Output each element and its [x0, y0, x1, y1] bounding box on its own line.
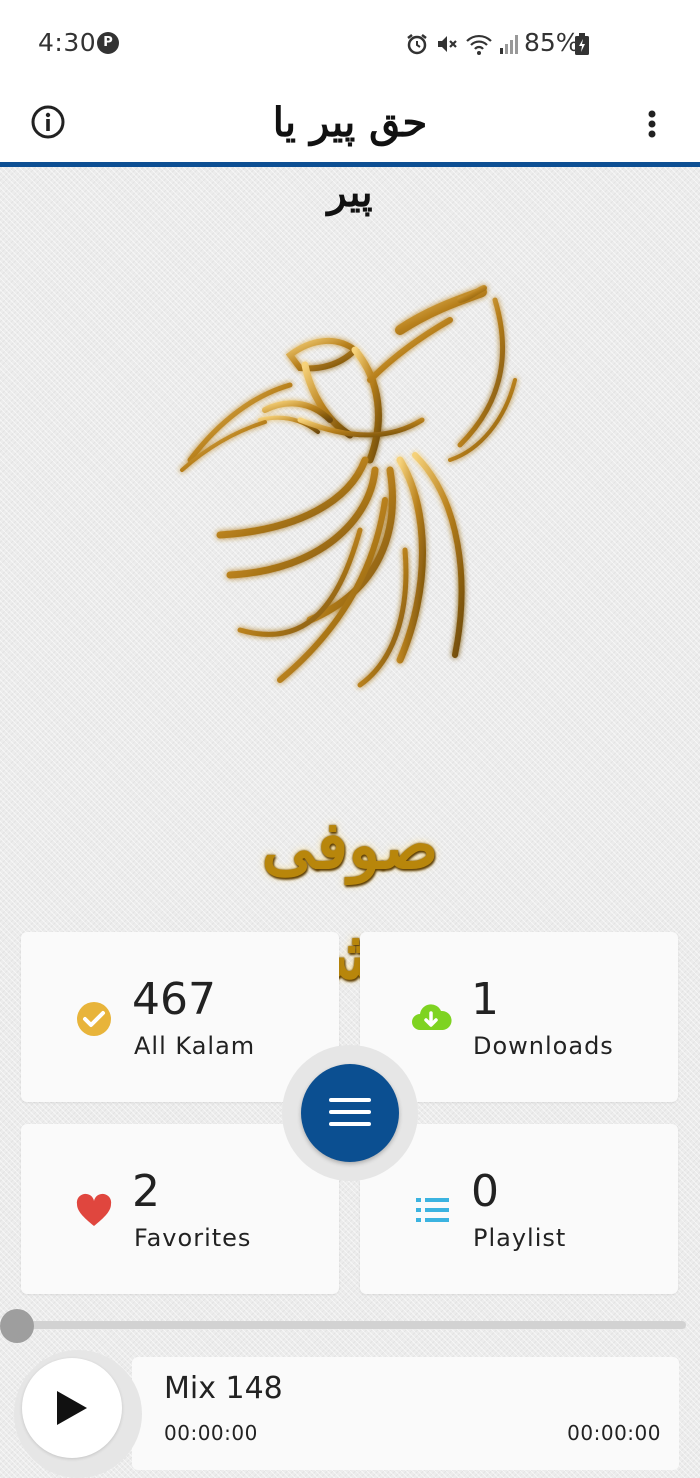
downloads-count: 1: [471, 974, 499, 1025]
total-time: 00:00:00: [567, 1421, 661, 1445]
all-kalam-count: 467: [132, 974, 216, 1025]
current-time: 00:00:00: [164, 1421, 258, 1445]
wifi-icon: [466, 34, 492, 55]
playlist-card[interactable]: 0 Playlist: [360, 1124, 678, 1294]
playlist-label: Playlist: [473, 1224, 567, 1252]
seek-thumb[interactable]: [0, 1309, 34, 1343]
whirling-dervish-logo: [180, 285, 517, 688]
app-bar: حق پیر یا پیر: [0, 88, 700, 216]
play-icon: [57, 1391, 87, 1425]
menu-icon: [329, 1098, 371, 1134]
status-icons: [405, 32, 519, 56]
downloads-label: Downloads: [473, 1032, 614, 1060]
menu-button[interactable]: [301, 1064, 399, 1162]
mute-icon: [438, 36, 457, 52]
app-notification-icon: P: [97, 32, 119, 54]
cloud-download-icon: [412, 1004, 452, 1030]
all-kalam-label: All Kalam: [134, 1032, 256, 1060]
favorites-label: Favorites: [134, 1224, 252, 1252]
status-time: 4:30: [38, 28, 97, 57]
signal-icon: [500, 35, 518, 54]
app-title: حق پیر یا پیر: [272, 99, 428, 216]
play-button[interactable]: [22, 1358, 122, 1458]
battery-charging-icon: [575, 33, 589, 55]
sufi-caption: صوفی عشق: [261, 806, 439, 994]
status-bar: 4:30 P 85%: [0, 0, 700, 88]
battery-percent: 85%: [524, 28, 580, 57]
player-panel: Mix 148 00:00:00 00:00:00: [132, 1357, 679, 1470]
check-circle-icon: [77, 1002, 111, 1036]
app-bar-divider: [0, 162, 700, 167]
info-icon[interactable]: [30, 104, 66, 140]
alarm-icon: [407, 34, 427, 55]
more-vert-icon[interactable]: [640, 106, 664, 142]
list-icon: [416, 1198, 449, 1222]
track-title: Mix 148: [164, 1371, 283, 1406]
favorites-card[interactable]: 2 Favorites: [21, 1124, 339, 1294]
heart-icon: [76, 1193, 112, 1226]
favorites-count: 2: [132, 1166, 160, 1217]
playlist-count: 0: [471, 1166, 499, 1217]
seek-bar[interactable]: [18, 1321, 686, 1329]
